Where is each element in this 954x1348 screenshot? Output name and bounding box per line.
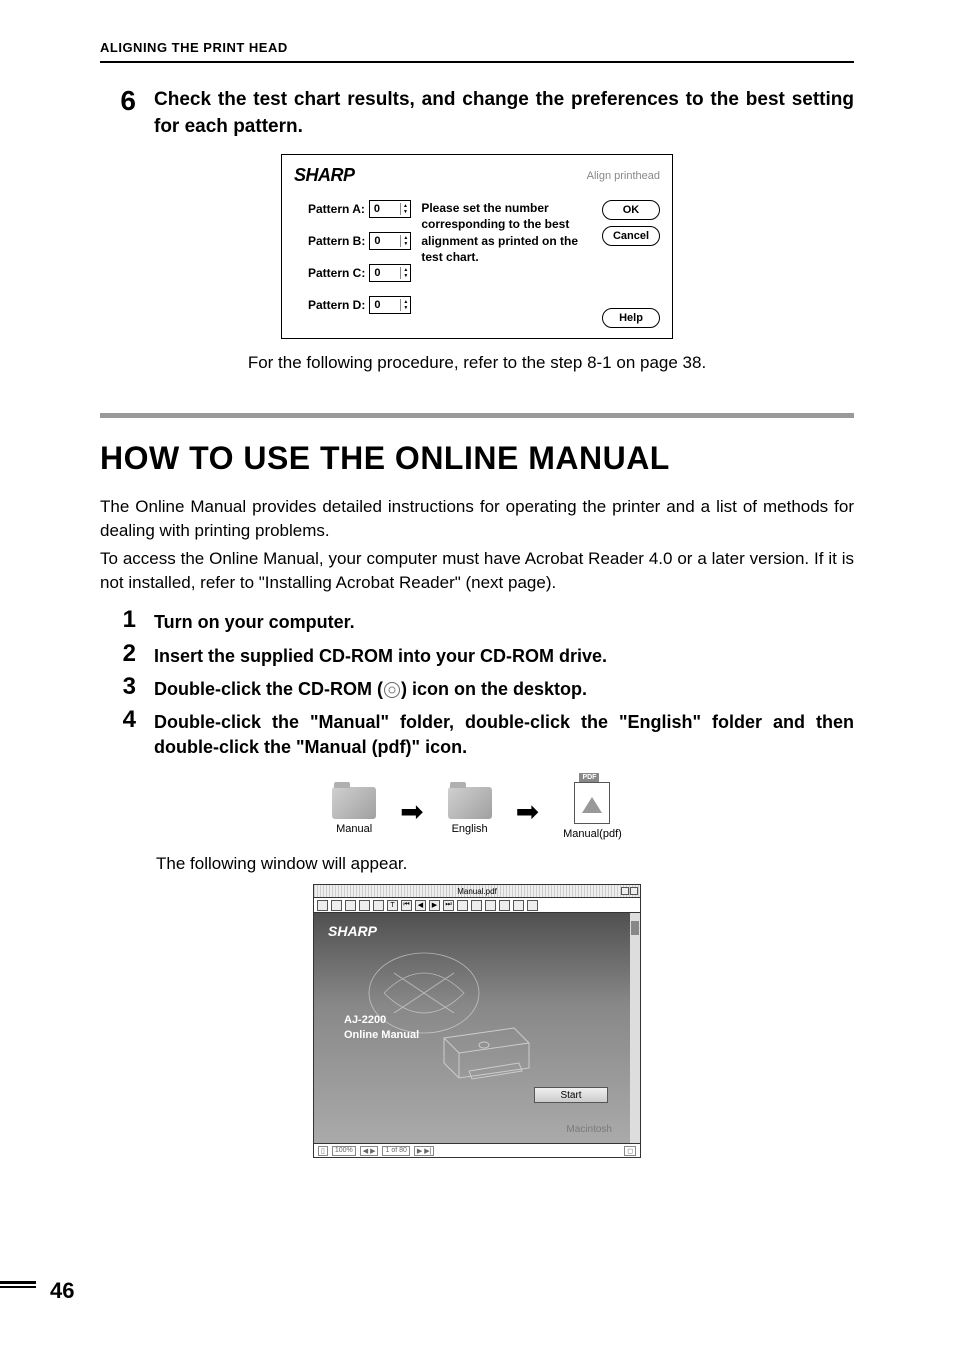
status-box[interactable]: ▯: [318, 1146, 328, 1156]
pdf-statusbar: ▯ 100% ◀ ▶ 1 of 80 ▶ ▶| ◻: [314, 1143, 640, 1157]
toolbar-icon[interactable]: [317, 900, 328, 911]
step-6-row: 6 Check the test chart results, and chan…: [100, 87, 854, 140]
pdf-toolbar: T ⏮ ◀ ▶ ⏭: [314, 897, 640, 913]
step-1-row: 1 Turn on your computer.: [100, 608, 854, 635]
folder-flow: Manual ➡ English ➡ Manual(pdf): [100, 782, 854, 840]
step-4-row: 4 Double-click the "Manual" folder, doub…: [100, 708, 854, 760]
stepper-icon[interactable]: ▲▼: [400, 203, 408, 215]
pattern-b-label: Pattern B:: [308, 234, 365, 248]
status-box: 1 of 80: [382, 1146, 409, 1156]
status-box: 100%: [332, 1146, 356, 1156]
step-text: Insert the supplied CD-ROM into your CD-…: [154, 642, 854, 669]
stepper-icon[interactable]: ▲▼: [400, 299, 408, 311]
step-number: 6: [100, 87, 154, 140]
window-controls[interactable]: [621, 887, 638, 895]
step-2-row: 2 Insert the supplied CD-ROM into your C…: [100, 642, 854, 669]
step-text: Check the test chart results, and change…: [154, 87, 854, 140]
pattern-d-value: 0: [374, 299, 380, 311]
pattern-a-label: Pattern A:: [308, 202, 365, 216]
macintosh-label: Macintosh: [566, 1124, 612, 1135]
arrow-right-icon: ➡: [400, 795, 423, 828]
folder-icon: [448, 787, 492, 819]
step-text: Turn on your computer.: [154, 608, 854, 635]
divider: [100, 413, 854, 418]
toolbar-icon[interactable]: T: [387, 900, 398, 911]
dialog-instruction: Please set the number corresponding to t…: [417, 200, 589, 328]
scrollbar-thumb[interactable]: [631, 921, 639, 935]
pdf-file-icon: [574, 782, 610, 824]
following-window-text: The following window will appear.: [156, 854, 854, 874]
step-number: 1: [100, 608, 154, 632]
ok-button[interactable]: OK: [602, 200, 660, 220]
status-box[interactable]: ◻: [624, 1146, 636, 1156]
pdf-sharp-logo: SHARP: [328, 923, 377, 939]
folder-label-english: English: [452, 823, 488, 835]
toolbar-icon[interactable]: ⏮: [401, 900, 412, 911]
pdf-reader-window: Manual.pdf T ⏮ ◀ ▶ ⏭: [313, 884, 641, 1158]
page-edge-marker: [0, 1281, 36, 1284]
status-spacer: [438, 1146, 620, 1156]
toolbar-icon[interactable]: [513, 900, 524, 911]
folder-label-manual-pdf: Manual(pdf): [563, 828, 622, 840]
arrow-right-icon: ➡: [516, 795, 539, 828]
step-text: Double-click the CD-ROM () icon on the d…: [154, 675, 854, 702]
start-button[interactable]: Start: [534, 1087, 608, 1103]
toolbar-icon[interactable]: [527, 900, 538, 911]
toolbar-icon[interactable]: [345, 900, 356, 911]
cancel-button[interactable]: Cancel: [602, 226, 660, 246]
toolbar-icon[interactable]: [485, 900, 496, 911]
step-number: 3: [100, 675, 154, 699]
body-paragraph-2: To access the Online Manual, your comput…: [100, 547, 854, 595]
reference-text: For the following procedure, refer to th…: [100, 353, 854, 373]
toolbar-icon[interactable]: [471, 900, 482, 911]
status-box[interactable]: ▶ ▶|: [414, 1146, 435, 1156]
cd-rom-icon: [384, 682, 400, 698]
pattern-c-input[interactable]: 0 ▲▼: [369, 264, 411, 282]
sharp-logo: SHARP: [294, 165, 355, 186]
toolbar-icon[interactable]: [457, 900, 468, 911]
toolbar-icon[interactable]: ⏭: [443, 900, 454, 911]
step-text: Double-click the "Manual" folder, double…: [154, 708, 854, 760]
toolbar-icon[interactable]: [373, 900, 384, 911]
help-button[interactable]: Help: [602, 308, 660, 328]
pdf-model-text: AJ-2200 Online Manual: [344, 1013, 419, 1042]
stepper-icon[interactable]: ▲▼: [400, 235, 408, 247]
pattern-c-label: Pattern C:: [308, 266, 365, 280]
step-number: 2: [100, 642, 154, 666]
page-number: 46: [50, 1278, 74, 1304]
folder-icon: [332, 787, 376, 819]
folder-label-manual: Manual: [336, 823, 372, 835]
toolbar-icon[interactable]: [359, 900, 370, 911]
body-paragraph-1: The Online Manual provides detailed inst…: [100, 495, 854, 543]
step-3-row: 3 Double-click the CD-ROM () icon on the…: [100, 675, 854, 702]
pattern-d-label: Pattern D:: [308, 298, 365, 312]
pattern-a-input[interactable]: 0 ▲▼: [369, 200, 411, 218]
pattern-a-value: 0: [374, 203, 380, 215]
dialog-title: Align printhead: [587, 170, 660, 182]
step-number: 4: [100, 708, 154, 732]
pattern-d-input[interactable]: 0 ▲▼: [369, 296, 411, 314]
toolbar-icon[interactable]: [499, 900, 510, 911]
toolbar-icon[interactable]: ◀: [415, 900, 426, 911]
toolbar-icon[interactable]: [331, 900, 342, 911]
pattern-b-input[interactable]: 0 ▲▼: [369, 232, 411, 250]
align-printhead-dialog: SHARP Align printhead Pattern A: 0 ▲▼ Pa…: [281, 154, 673, 339]
status-box[interactable]: ◀ ▶: [360, 1146, 379, 1156]
section-header: ALIGNING THE PRINT HEAD: [100, 40, 854, 63]
pdf-titlebar: Manual.pdf: [314, 885, 640, 897]
toolbar-icon[interactable]: ▶: [429, 900, 440, 911]
section-title: HOW TO USE THE ONLINE MANUAL: [100, 440, 854, 477]
pdf-content-area: SHARP AJ-2200 Online Manual Start Macint…: [314, 913, 640, 1143]
pattern-c-value: 0: [374, 267, 380, 279]
stepper-icon[interactable]: ▲▼: [400, 267, 408, 279]
pattern-b-value: 0: [374, 235, 380, 247]
